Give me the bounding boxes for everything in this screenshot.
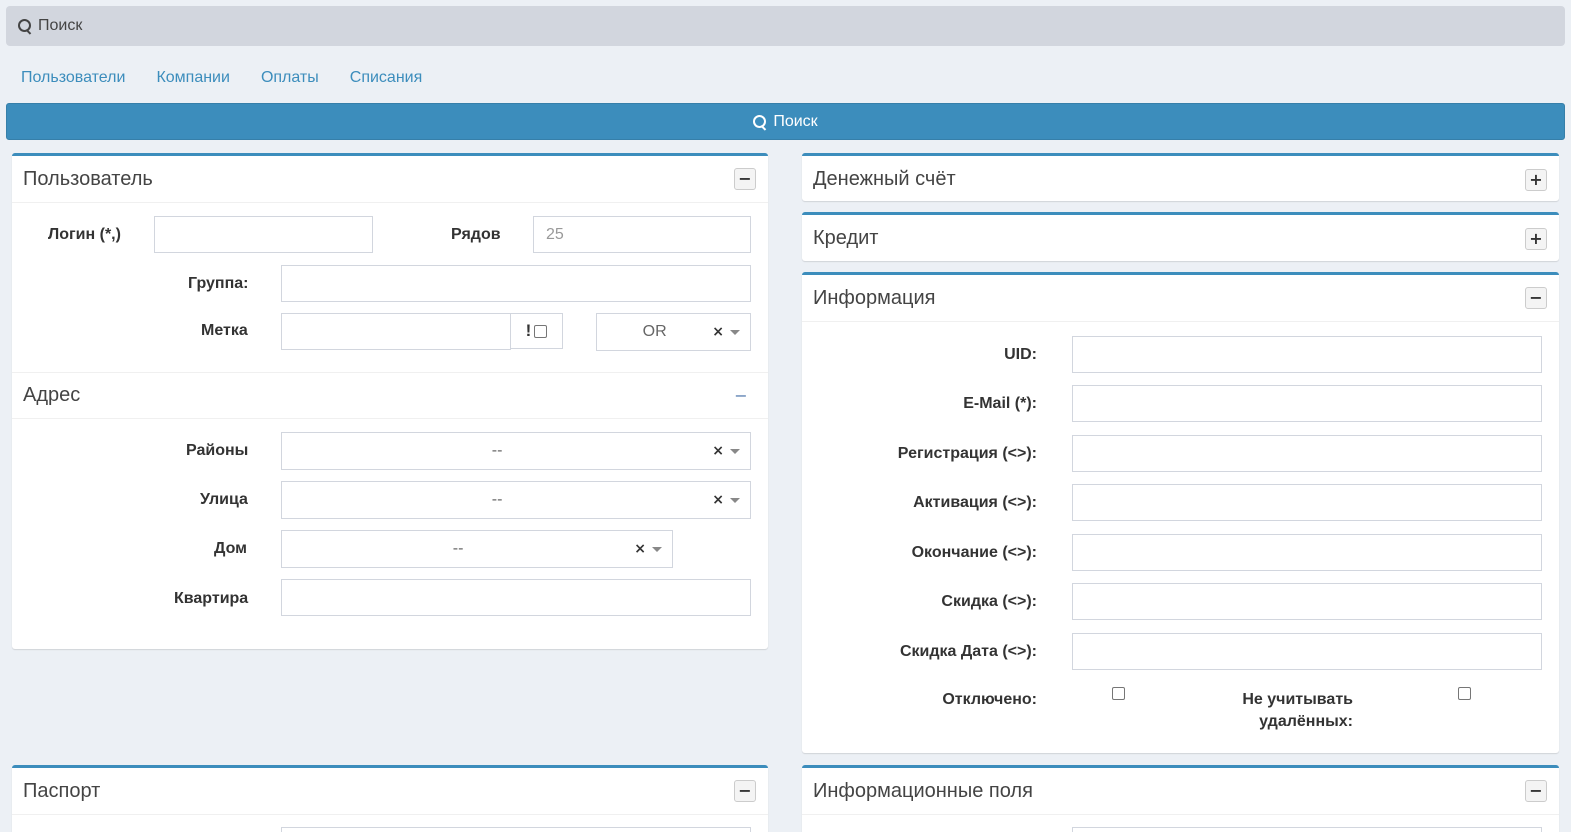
discount-input[interactable] (1072, 583, 1542, 620)
exclamation-icon: ! (525, 321, 532, 340)
chevron-down-icon[interactable] (652, 546, 662, 552)
email-label: E-Mail (*): (963, 395, 1037, 412)
collapse-button[interactable]: − (730, 385, 752, 407)
collapse-button[interactable]: − (1525, 780, 1547, 802)
nav-link-users[interactable]: Пользователи (21, 69, 125, 87)
nav-link-fees[interactable]: Списания (350, 69, 423, 87)
discount-date-label: Скидка Дата (<>): (899, 643, 1037, 660)
group-input[interactable] (281, 265, 751, 302)
passport-panel-title: Паспорт (23, 779, 101, 802)
chevron-down-icon[interactable] (730, 329, 740, 335)
nav-link-companies[interactable]: Компании (156, 69, 230, 87)
rows-label: Рядов (451, 226, 501, 243)
district-label: Районы (186, 442, 249, 459)
chevron-down-icon[interactable] (730, 497, 740, 503)
registration-label: Регистрация (<>): (897, 445, 1037, 462)
info-fields-panel-header: Информационные поля − (802, 768, 1559, 815)
info-panel: Информация − UID: E-Mail (*): Регистраци… (802, 272, 1559, 753)
uid-label: UID: (1004, 346, 1037, 363)
nav-links: Пользователи Компании Оплаты Списания (21, 69, 422, 87)
address-header: Адрес − (12, 372, 768, 419)
registration-input[interactable] (1072, 435, 1542, 472)
tag-label: Метка (201, 322, 248, 339)
expiry-input[interactable] (1072, 534, 1542, 571)
passport-panel: Паспорт − (12, 765, 768, 832)
expand-button[interactable]: + (1525, 227, 1547, 250)
credit-panel-title: Кредит (813, 227, 879, 249)
house-select[interactable]: -- × (281, 530, 673, 568)
login-input[interactable] (154, 216, 373, 253)
search-collapse-bar[interactable]: Поиск (6, 6, 1565, 46)
disabled-label: Отключено: (942, 691, 1037, 708)
street-label: Улица (200, 491, 248, 508)
deleted-label-line1: Не учитывать (1242, 691, 1353, 708)
house-label: Дом (214, 540, 247, 557)
house-value: -- (452, 540, 464, 557)
district-value: -- (491, 442, 503, 459)
info-panel-header: Информация − (802, 275, 1559, 322)
street-value: -- (491, 491, 503, 508)
passport-input[interactable] (281, 827, 751, 832)
tag-input[interactable] (281, 313, 511, 350)
money-panel-header: Денежный счёт + (802, 156, 1559, 203)
passport-panel-header: Паспорт − (12, 768, 768, 815)
search-icon (753, 114, 767, 129)
user-panel: Пользователь − Логин (*,) Рядов 25 Групп… (12, 153, 768, 649)
info-fields-input[interactable] (1072, 827, 1542, 832)
info-fields-panel-title: Информационные поля (813, 779, 1033, 802)
collapse-button[interactable]: − (734, 780, 756, 802)
flat-input[interactable] (281, 579, 751, 616)
tag-mode-select[interactable]: OR × (596, 313, 751, 351)
expand-button[interactable]: + (1525, 168, 1547, 191)
user-panel-title: Пользователь (23, 167, 153, 190)
search-button-label: Поиск (773, 112, 818, 130)
deleted-checkbox[interactable] (1458, 687, 1471, 700)
discount-date-input[interactable] (1072, 633, 1542, 670)
nav-link-payments[interactable]: Оплаты (261, 69, 319, 87)
collapse-button[interactable]: − (1525, 287, 1547, 309)
district-select[interactable]: -- × (281, 432, 751, 470)
search-icon (18, 19, 32, 33)
discount-label: Скидка (<>): (941, 593, 1037, 610)
tag-negate-checkbox[interactable] (534, 324, 548, 338)
money-panel: Денежный счёт + (802, 153, 1559, 201)
credit-panel-header: Кредит + (802, 215, 1559, 262)
user-panel-header: Пользователь − (12, 156, 768, 203)
email-input[interactable] (1072, 385, 1542, 422)
info-fields-panel: Информационные поля − (802, 765, 1559, 832)
activation-label: Активация (<>): (913, 494, 1037, 511)
money-panel-title: Денежный счёт (813, 168, 956, 190)
street-select[interactable]: -- × (281, 481, 751, 519)
tag-mode-value: OR (642, 323, 667, 340)
flat-label: Квартира (174, 590, 249, 607)
chevron-down-icon[interactable] (730, 448, 740, 454)
collapse-button[interactable]: − (734, 168, 756, 190)
clear-icon[interactable]: × (712, 443, 724, 459)
login-label: Логин (*,) (48, 226, 121, 243)
activation-input[interactable] (1072, 484, 1542, 521)
info-panel-title: Информация (813, 286, 936, 309)
address-title: Адрес (23, 384, 81, 406)
group-label: Группа: (188, 275, 249, 292)
clear-icon[interactable]: × (634, 541, 646, 557)
rows-input[interactable]: 25 (533, 216, 751, 253)
expiry-label: Окончание (<>): (911, 544, 1037, 561)
disabled-checkbox[interactable] (1112, 687, 1125, 700)
deleted-label-line2: удалённых: (1259, 713, 1353, 730)
clear-icon[interactable]: × (712, 492, 724, 508)
search-button[interactable]: Поиск (6, 103, 1565, 140)
tag-negate-addon: ! (510, 313, 563, 349)
search-bar-label: Поиск (38, 17, 83, 34)
credit-panel: Кредит + (802, 212, 1559, 261)
clear-icon[interactable]: × (712, 324, 724, 340)
uid-input[interactable] (1072, 336, 1542, 373)
